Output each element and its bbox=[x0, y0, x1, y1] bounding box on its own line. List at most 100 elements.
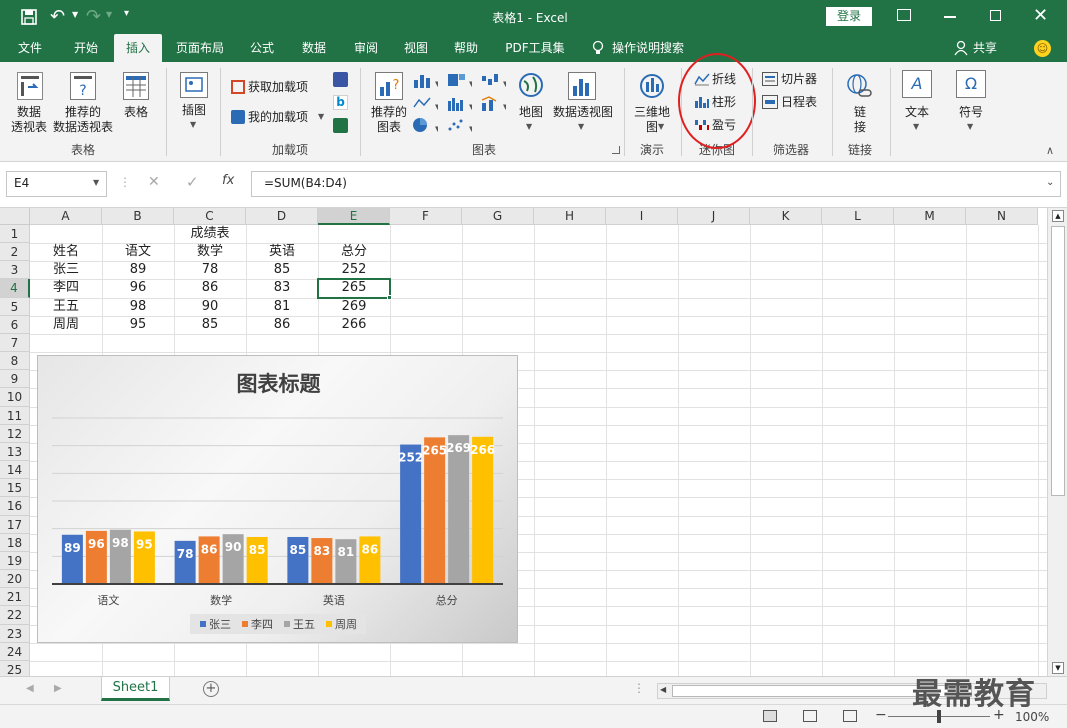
text-dropdown-icon[interactable]: ▼ bbox=[913, 122, 919, 131]
pivot-table-label[interactable]: 数据 透视表 bbox=[6, 105, 52, 135]
vertical-scroll-thumb[interactable] bbox=[1051, 226, 1065, 496]
cell[interactable]: 周周 bbox=[30, 316, 102, 334]
chart-plot[interactable]: 89 96 98 95 语文 78 86 90 85 数学 85 83 81 86 英语 2522652692… bbox=[38, 356, 518, 643]
row-header[interactable]: 8 bbox=[0, 352, 30, 371]
bing-icon[interactable]: b bbox=[333, 95, 348, 110]
smiley-icon[interactable]: ☺ bbox=[1034, 40, 1051, 57]
illustrations-label[interactable]: 插图 bbox=[172, 103, 216, 118]
cell[interactable]: 李四 bbox=[30, 279, 102, 297]
chart-data-label[interactable]: 85 bbox=[290, 543, 307, 557]
scroll-up-icon[interactable]: ▲ bbox=[1052, 210, 1064, 222]
column-header[interactable]: C bbox=[174, 208, 246, 225]
chart-bar[interactable] bbox=[472, 436, 494, 584]
redo-icon[interactable]: ↷ bbox=[86, 6, 101, 28]
row-header[interactable]: 21 bbox=[0, 588, 30, 607]
column-header[interactable]: M bbox=[894, 208, 966, 225]
chart-data-label[interactable]: 86 bbox=[362, 542, 379, 556]
row-header[interactable]: 17 bbox=[0, 515, 30, 534]
row-header[interactable]: 5 bbox=[0, 297, 30, 316]
normal-view-icon[interactable] bbox=[763, 710, 777, 722]
waterfall-chart-icon[interactable]: ▼ bbox=[480, 72, 509, 88]
cell[interactable]: 265 bbox=[318, 279, 390, 297]
row-header[interactable]: 9 bbox=[0, 370, 30, 389]
row-header[interactable]: 10 bbox=[0, 388, 30, 407]
chart-legend-label[interactable]: 王五 bbox=[293, 618, 315, 631]
pivot-chart-icon[interactable] bbox=[568, 72, 596, 100]
symbol-dropdown-icon[interactable]: ▼ bbox=[967, 122, 973, 131]
statistic-chart-icon[interactable]: ▼ bbox=[446, 95, 475, 111]
chart-legend-label[interactable]: 周周 bbox=[335, 618, 357, 631]
recommended-pivot-icon[interactable]: ? bbox=[70, 72, 96, 100]
prev-sheet-icon[interactable]: ◀ bbox=[26, 683, 34, 694]
chart-legend-swatch[interactable] bbox=[200, 621, 206, 627]
chart-data-label[interactable]: 252 bbox=[398, 451, 423, 465]
row-header[interactable]: 3 bbox=[0, 261, 30, 280]
pivot-table-icon[interactable] bbox=[17, 72, 43, 100]
chart-data-label[interactable]: 89 bbox=[64, 541, 81, 555]
column-header[interactable]: L bbox=[822, 208, 894, 225]
row-header[interactable]: 25 bbox=[0, 660, 30, 676]
tab-home[interactable]: 开始 bbox=[62, 34, 110, 62]
row-header[interactable]: 23 bbox=[0, 624, 30, 643]
cell[interactable]: 83 bbox=[246, 279, 318, 297]
chart-category-label[interactable]: 总分 bbox=[436, 593, 458, 607]
cell[interactable]: 89 bbox=[102, 261, 174, 279]
collapse-ribbon-icon[interactable]: ∧ bbox=[1046, 144, 1054, 157]
maps-label[interactable]: 地图 bbox=[512, 105, 550, 120]
row-header[interactable]: 22 bbox=[0, 606, 30, 625]
cell[interactable]: 86 bbox=[174, 279, 246, 297]
column-header[interactable]: D bbox=[246, 208, 318, 225]
row-header[interactable]: 20 bbox=[0, 570, 30, 589]
scatter-chart-icon[interactable]: ▼ bbox=[446, 117, 475, 133]
tab-insert[interactable]: 插入 bbox=[114, 34, 162, 62]
chart-category-label[interactable]: 数学 bbox=[210, 593, 232, 607]
3d-map-dropdown-icon[interactable]: ▼ bbox=[658, 122, 664, 131]
combo-chart-icon[interactable]: ▼ bbox=[480, 95, 509, 111]
page-break-view-icon[interactable] bbox=[843, 710, 857, 722]
column-header[interactable]: I bbox=[606, 208, 678, 225]
cell-header[interactable]: 英语 bbox=[246, 243, 318, 261]
3d-map-label[interactable]: 三维地 图 bbox=[630, 105, 674, 135]
column-header[interactable]: B bbox=[102, 208, 174, 225]
maps-dropdown-icon[interactable]: ▼ bbox=[526, 122, 532, 131]
row-header[interactable]: 2 bbox=[0, 243, 30, 262]
chart-data-label[interactable]: 78 bbox=[177, 547, 194, 561]
scroll-left-icon[interactable]: ◀ bbox=[660, 685, 666, 694]
tab-review[interactable]: 审阅 bbox=[346, 34, 386, 62]
column-header[interactable]: F bbox=[390, 208, 462, 225]
row-header[interactable]: 1 bbox=[0, 225, 30, 244]
row-header[interactable]: 24 bbox=[0, 642, 30, 661]
row-header[interactable]: 12 bbox=[0, 424, 30, 443]
cell[interactable]: 85 bbox=[174, 316, 246, 334]
illustrations-dropdown-icon[interactable]: ▼ bbox=[190, 120, 196, 129]
chart-data-label[interactable]: 85 bbox=[249, 543, 266, 557]
row-header[interactable]: 19 bbox=[0, 551, 30, 571]
chart-category-label[interactable]: 语文 bbox=[97, 593, 119, 607]
row-header[interactable]: 11 bbox=[0, 406, 30, 425]
chart-data-label[interactable]: 98 bbox=[112, 536, 129, 550]
next-sheet-icon[interactable]: ▶ bbox=[54, 683, 62, 694]
column-header[interactable]: N bbox=[966, 208, 1038, 225]
chart-data-label[interactable]: 90 bbox=[225, 540, 242, 554]
insert-function-icon[interactable]: fx bbox=[222, 173, 234, 188]
tell-me-search[interactable]: 操作说明搜索 bbox=[612, 34, 696, 62]
cell[interactable]: 96 bbox=[102, 279, 174, 297]
get-addins-button[interactable]: 获取加载项 bbox=[248, 80, 318, 95]
undo-dropdown-icon[interactable]: ▼ bbox=[72, 10, 78, 19]
cell-header[interactable]: 姓名 bbox=[30, 243, 102, 261]
slicer-button[interactable]: 切片器 bbox=[781, 72, 825, 87]
cell[interactable]: 90 bbox=[174, 298, 246, 316]
cell-header[interactable]: 语文 bbox=[102, 243, 174, 261]
expand-formula-icon[interactable]: ⌄ bbox=[1046, 177, 1054, 188]
cell-header[interactable]: 总分 bbox=[318, 243, 390, 261]
redo-dropdown-icon[interactable]: ▼ bbox=[106, 10, 112, 19]
cell[interactable]: 78 bbox=[174, 261, 246, 279]
chart-data-label[interactable]: 86 bbox=[201, 542, 218, 556]
chart-legend-swatch[interactable] bbox=[284, 621, 290, 627]
charts-dialog-launcher-icon[interactable] bbox=[612, 146, 620, 154]
enter-icon[interactable]: ✓ bbox=[186, 173, 199, 191]
column-header[interactable]: G bbox=[462, 208, 534, 225]
cell-header[interactable]: 数学 bbox=[174, 243, 246, 261]
recommended-charts-label[interactable]: 推荐的 图表 bbox=[364, 105, 414, 135]
timeline-icon[interactable] bbox=[762, 95, 778, 109]
